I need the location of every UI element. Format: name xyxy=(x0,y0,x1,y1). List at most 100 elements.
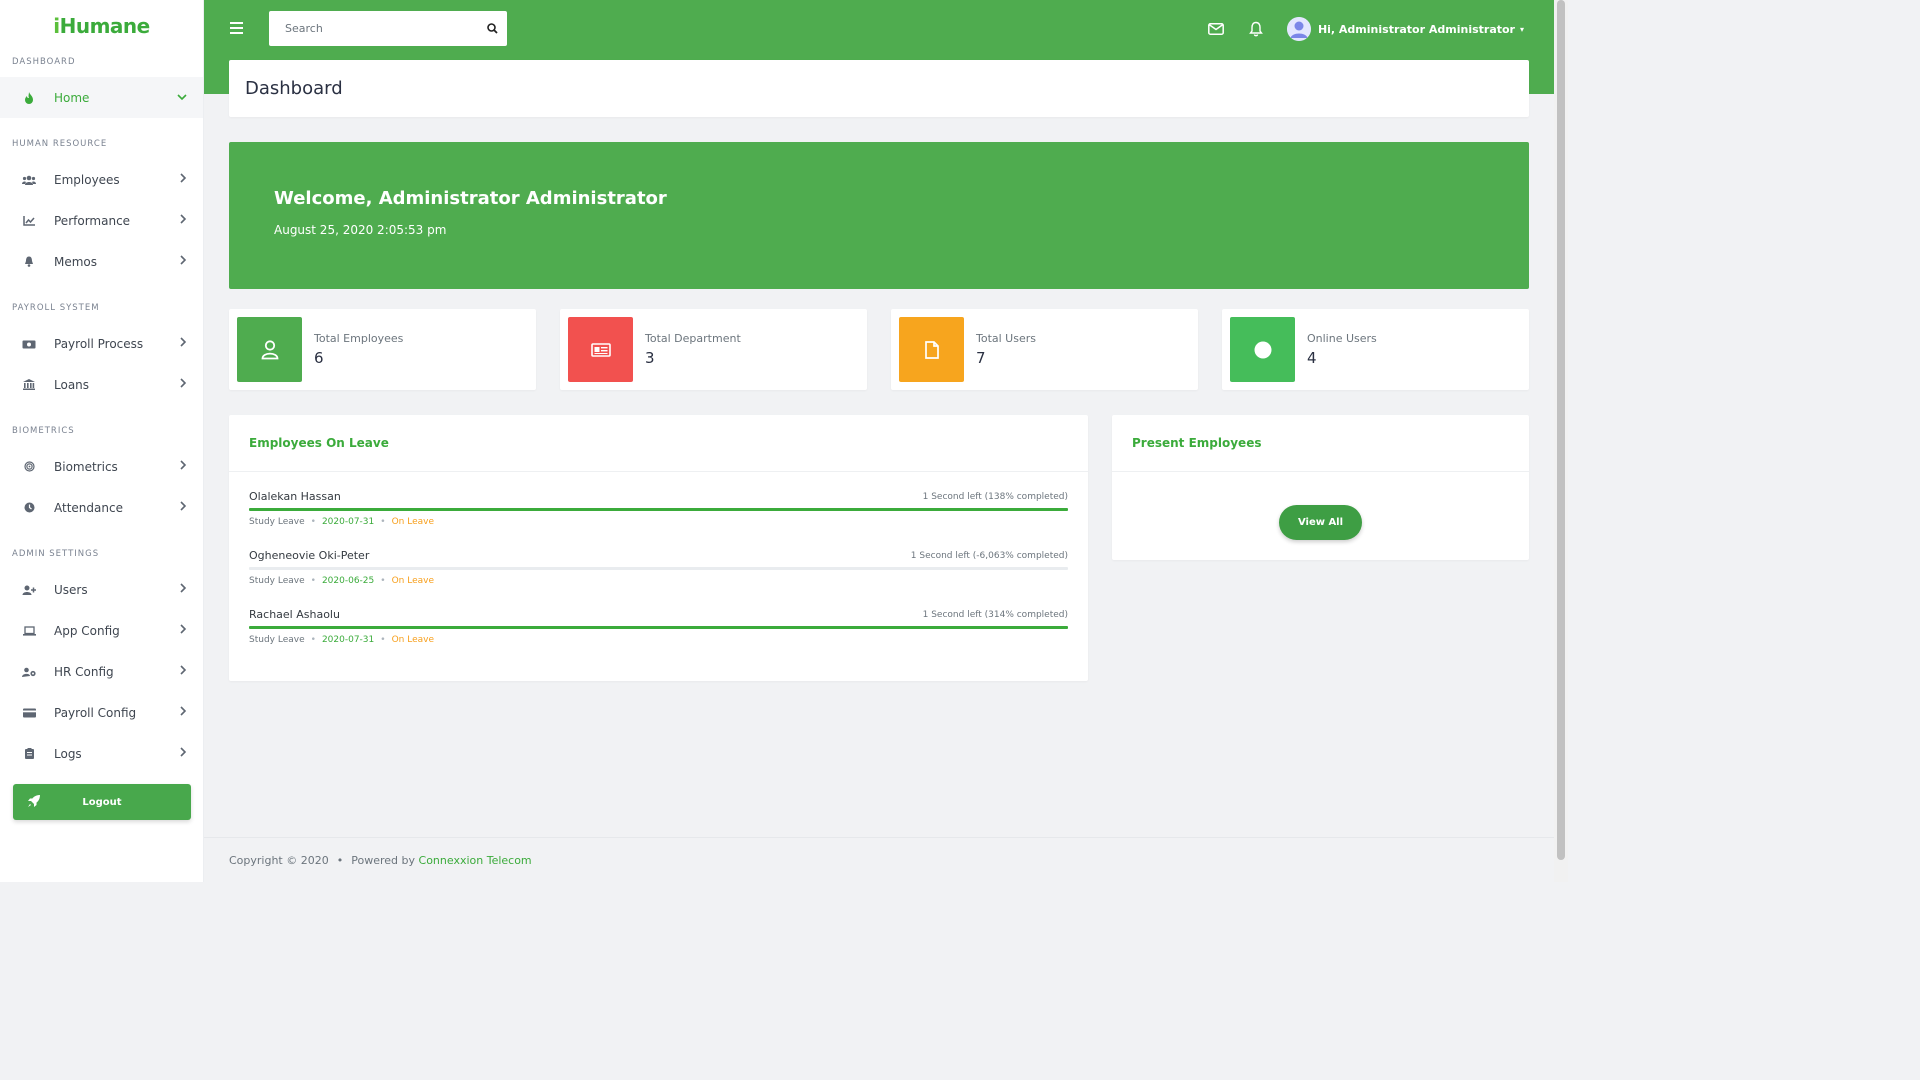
list-item[interactable]: Rachael Ashaolu 1 Second left (314% compl… xyxy=(249,608,1068,667)
dot-separator: • xyxy=(336,853,344,867)
sidebar-item-label: Performance xyxy=(54,213,131,228)
stat-card-total-employees[interactable]: Total Employees 6 xyxy=(229,309,536,390)
stat-label: Total Department xyxy=(645,332,741,345)
dot-separator: • xyxy=(380,635,386,645)
sidebar-item-label: Home xyxy=(54,90,90,105)
chevron-down-icon xyxy=(177,91,187,104)
sidebar-item-loans[interactable]: Loans xyxy=(0,364,203,405)
progress-bar xyxy=(249,508,1068,511)
welcome-datetime: August 25, 2020 2:05:53 pm xyxy=(274,223,447,237)
user-icon xyxy=(237,317,302,382)
page-scrollbar[interactable] xyxy=(1554,0,1568,882)
dot-separator: • xyxy=(310,576,316,586)
sidebar: i Humane DASHBOARD Home HUMAN RESOURCE Em… xyxy=(0,0,204,882)
sidebar-item-memos[interactable]: Memos xyxy=(0,241,203,282)
id-card-icon xyxy=(568,317,633,382)
chevron-right-icon xyxy=(180,665,187,678)
user-menu[interactable]: Hi, Administrator Administrator ▾ xyxy=(1286,17,1524,41)
sidebar-item-label: Loans xyxy=(54,377,90,392)
footer: Copyright © 2020 • Powered by Connexxion… xyxy=(204,837,1554,882)
sidebar-item-label: Biometrics xyxy=(54,459,118,474)
sidebar-item-logs[interactable]: Logs xyxy=(0,733,203,774)
sidebar-item-attendance[interactable]: Attendance xyxy=(0,487,203,528)
sidebar-item-payroll-process[interactable]: Payroll Process xyxy=(0,323,203,364)
search-box xyxy=(269,11,507,46)
mail-icon[interactable] xyxy=(1207,20,1225,38)
sidebar-item-payroll-config[interactable]: Payroll Config xyxy=(0,692,203,733)
stat-value: 4 xyxy=(1307,349,1317,367)
sidebar-item-label: Memos xyxy=(54,254,98,269)
card-title: Employees On Leave xyxy=(229,415,1088,472)
welcome-banner: Welcome, Administrator Administrator Aug… xyxy=(229,142,1529,289)
scrollbar-thumb[interactable] xyxy=(1557,0,1565,860)
dot-separator: • xyxy=(380,576,386,586)
rocket-icon xyxy=(27,794,41,808)
search-icon[interactable] xyxy=(477,23,507,34)
bank-icon xyxy=(22,378,36,392)
stat-value: 3 xyxy=(645,349,655,367)
sidebar-item-app-config[interactable]: App Config xyxy=(0,610,203,651)
leave-type: Study Leave xyxy=(249,576,305,586)
chart-line-icon xyxy=(22,214,36,228)
stat-label: Online Users xyxy=(1307,332,1377,345)
list-item[interactable]: Olalekan Hassan 1 Second left (138% compl… xyxy=(249,490,1068,549)
file-icon xyxy=(899,317,964,382)
app-logo[interactable]: i Humane xyxy=(0,0,203,52)
credit-card-icon xyxy=(22,706,36,720)
money-icon xyxy=(22,337,36,351)
view-all-button[interactable]: View All xyxy=(1279,505,1362,540)
progress-bar xyxy=(249,567,1068,570)
stat-card-total-department[interactable]: Total Department 3 xyxy=(560,309,867,390)
sidebar-item-employees[interactable]: Employees xyxy=(0,159,203,200)
users-cog-icon xyxy=(22,665,36,679)
search-input[interactable] xyxy=(269,22,477,35)
chevron-right-icon xyxy=(180,747,187,760)
copyright-text: Copyright © 2020 xyxy=(229,853,329,867)
sidebar-item-label: Logs xyxy=(54,746,82,761)
caret-down-icon: ▾ xyxy=(1519,24,1524,34)
logout-button[interactable]: Logout xyxy=(13,784,191,820)
bell-icon[interactable] xyxy=(1247,20,1265,38)
sidebar-item-label: Employees xyxy=(54,172,120,187)
powered-by-text: Powered by xyxy=(351,853,416,867)
leave-status: On Leave xyxy=(391,635,434,645)
progress-text: 1 Second left (-6,063% completed) xyxy=(910,550,1068,561)
laptop-icon xyxy=(22,624,36,638)
topbar-actions: Hi, Administrator Administrator ▾ xyxy=(1207,15,1524,43)
bell-icon xyxy=(22,255,36,269)
stat-value: 7 xyxy=(976,349,986,367)
logout-label: Logout xyxy=(82,796,122,808)
sidebar-item-hr-config[interactable]: HR Config xyxy=(0,651,203,692)
sidebar-item-home[interactable]: Home xyxy=(0,77,203,118)
sidebar-item-users[interactable]: Users xyxy=(0,569,203,610)
sidebar-item-biometrics[interactable]: Biometrics xyxy=(0,446,203,487)
sidebar-item-label: Payroll Process xyxy=(54,336,144,351)
chevron-right-icon xyxy=(180,214,187,227)
chevron-right-icon xyxy=(180,173,187,186)
list-item[interactable]: Ogheneovie Oki-Peter 1 Second left (-6,06… xyxy=(249,549,1068,608)
company-link[interactable]: Connexxion Telecom xyxy=(419,854,532,867)
stat-card-online-users[interactable]: Online Users 4 xyxy=(1222,309,1529,390)
chevron-right-icon xyxy=(180,378,187,391)
chevron-right-icon xyxy=(180,624,187,637)
clipboard-icon xyxy=(22,747,36,761)
stat-label: Total Users xyxy=(976,332,1036,345)
employee-name: Olalekan Hassan xyxy=(249,490,341,503)
chevron-right-icon xyxy=(180,706,187,719)
flame-icon xyxy=(22,91,36,105)
progress-bar xyxy=(249,626,1068,629)
present-employees-card: Present Employees View All xyxy=(1112,415,1529,560)
sidebar-item-performance[interactable]: Performance xyxy=(0,200,203,241)
leave-status: On Leave xyxy=(391,576,434,586)
stat-label: Total Employees xyxy=(314,332,404,345)
menu-toggle-icon[interactable] xyxy=(230,22,243,34)
progress-fill xyxy=(249,626,1068,629)
section-hr: HUMAN RESOURCE xyxy=(12,139,108,149)
dot-separator: • xyxy=(310,635,316,645)
page-title: Dashboard xyxy=(229,60,1529,117)
stat-card-total-users[interactable]: Total Users 7 xyxy=(891,309,1198,390)
circle-icon xyxy=(1230,317,1295,382)
user-plus-icon xyxy=(22,583,36,597)
fingerprint-icon xyxy=(22,460,36,474)
chevron-right-icon xyxy=(180,460,187,473)
